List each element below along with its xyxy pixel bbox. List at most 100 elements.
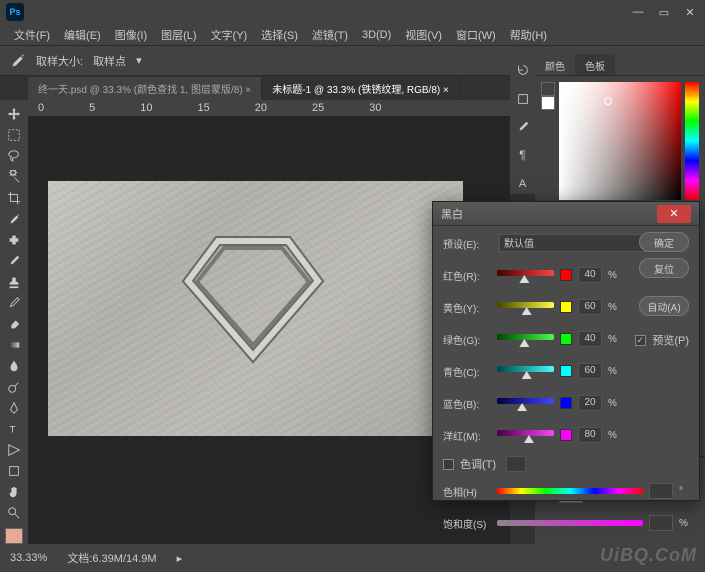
- menu-image[interactable]: 图像(I): [109, 25, 153, 45]
- foreground-swatch[interactable]: [5, 528, 23, 544]
- dropdown-icon[interactable]: ▾: [136, 54, 142, 67]
- slider-track-red[interactable]: [497, 270, 554, 280]
- character-icon[interactable]: A: [511, 174, 535, 194]
- fg-color[interactable]: [541, 82, 555, 96]
- path-tool[interactable]: [2, 440, 26, 459]
- menu-select[interactable]: 选择(S): [255, 25, 304, 45]
- hue-label: 色相(H): [443, 484, 491, 499]
- menu-type[interactable]: 文字(Y): [205, 25, 254, 45]
- sat-label: 饱和度(S): [443, 516, 491, 531]
- color-swatch-icon: [560, 397, 572, 409]
- slider-track-magenta[interactable]: [497, 430, 554, 440]
- move-tool[interactable]: [2, 104, 26, 123]
- slider-track-yellow[interactable]: [497, 302, 554, 312]
- cancel-button[interactable]: 复位: [639, 258, 689, 278]
- doc-tab-2[interactable]: 未标题-1 @ 33.3% (铁锈纹理, RGB/8) ×: [262, 77, 460, 100]
- titlebar: Ps — ▭ ✕: [0, 0, 705, 24]
- gradient-tool[interactable]: [2, 335, 26, 354]
- close-button[interactable]: ✕: [681, 6, 699, 19]
- slider-cyan: 青色(C):60%: [443, 358, 618, 384]
- blur-tool[interactable]: [2, 356, 26, 375]
- type-tool[interactable]: T: [2, 419, 26, 438]
- dialog-close-button[interactable]: ✕: [657, 205, 691, 223]
- color-swatch-pair[interactable]: [541, 82, 555, 200]
- slider-value-cyan[interactable]: 60: [578, 363, 602, 379]
- diamond-shape: [178, 226, 328, 366]
- crop-tool[interactable]: [2, 188, 26, 207]
- slider-value-blue[interactable]: 20: [578, 395, 602, 411]
- slider-thumb-icon[interactable]: [519, 275, 529, 283]
- zoom-level[interactable]: 33.33%: [10, 552, 47, 564]
- history-icon[interactable]: [511, 60, 535, 80]
- brush-tool[interactable]: [2, 251, 26, 270]
- menu-layer[interactable]: 图层(L): [155, 25, 202, 45]
- hue-strip[interactable]: [685, 82, 699, 200]
- slider-track-blue[interactable]: [497, 398, 554, 408]
- slider-thumb-icon[interactable]: [517, 403, 527, 411]
- color-swatch-icon: [560, 301, 572, 313]
- hue-slider[interactable]: [497, 488, 643, 494]
- slider-thumb-icon[interactable]: [519, 339, 529, 347]
- eraser-tool[interactable]: [2, 314, 26, 333]
- pen-tool[interactable]: [2, 398, 26, 417]
- slider-yellow: 黄色(Y):60%: [443, 294, 618, 320]
- menu-help[interactable]: 帮助(H): [504, 25, 553, 45]
- canvas[interactable]: [48, 181, 463, 436]
- menubar: 文件(F) 编辑(E) 图像(I) 图层(L) 文字(Y) 选择(S) 滤镜(T…: [0, 24, 705, 46]
- tab-color[interactable]: 颜色: [535, 54, 575, 75]
- maximize-button[interactable]: ▭: [655, 6, 673, 19]
- color-picker[interactable]: [535, 76, 705, 206]
- slider-track-cyan[interactable]: [497, 366, 554, 376]
- menu-filter[interactable]: 滤镜(T): [306, 25, 354, 45]
- color-swatch-icon: [560, 365, 572, 377]
- chevron-right-icon[interactable]: ▸: [177, 552, 183, 565]
- dodge-tool[interactable]: [2, 377, 26, 396]
- slider-thumb-icon[interactable]: [522, 371, 532, 379]
- color-field[interactable]: [559, 82, 681, 200]
- hand-tool[interactable]: [2, 482, 26, 501]
- shape-tool[interactable]: [2, 461, 26, 480]
- ok-button[interactable]: 确定: [639, 232, 689, 252]
- tint-checkbox[interactable]: [443, 459, 454, 470]
- menu-edit[interactable]: 编辑(E): [58, 25, 107, 45]
- doc-tab-1[interactable]: 终一天.psd @ 33.3% (颜色查找 1, 图层蒙版/8) ×: [28, 77, 262, 100]
- slider-value-magenta[interactable]: 80: [578, 427, 602, 443]
- wand-tool[interactable]: [2, 167, 26, 186]
- slider-track-green[interactable]: [497, 334, 554, 344]
- sample-point-select[interactable]: 取样点: [93, 53, 126, 69]
- heal-tool[interactable]: [2, 230, 26, 249]
- dialog-titlebar[interactable]: 黑白 ✕: [433, 202, 699, 226]
- preset-label: 预设(E):: [443, 236, 493, 251]
- eyedropper-tool[interactable]: [2, 209, 26, 228]
- auto-button[interactable]: 自动(A): [639, 296, 689, 316]
- slider-value-red[interactable]: 40: [578, 267, 602, 283]
- lasso-tool[interactable]: [2, 146, 26, 165]
- sat-value[interactable]: [649, 515, 673, 531]
- black-white-dialog: 黑白 ✕ 预设(E): 默认值 ⚙ 确定 复位 自动(A) 预览(P) 红色(R…: [432, 201, 700, 501]
- menu-view[interactable]: 视图(V): [399, 25, 448, 45]
- history-brush-tool[interactable]: [2, 293, 26, 312]
- tint-swatch[interactable]: [506, 456, 526, 472]
- brush-panel-icon[interactable]: [511, 117, 535, 137]
- slider-thumb-icon[interactable]: [522, 307, 532, 315]
- sat-slider[interactable]: [497, 520, 643, 526]
- hue-value[interactable]: [649, 483, 673, 499]
- minimize-button[interactable]: —: [629, 6, 647, 19]
- bg-color[interactable]: [541, 96, 555, 110]
- zoom-tool[interactable]: [2, 503, 26, 522]
- marquee-tool[interactable]: [2, 125, 26, 144]
- toolbox: T: [0, 100, 28, 544]
- slider-value-green[interactable]: 40: [578, 331, 602, 347]
- menu-3d[interactable]: 3D(D): [356, 27, 397, 43]
- stamp-tool[interactable]: [2, 272, 26, 291]
- menu-file[interactable]: 文件(F): [8, 25, 56, 45]
- menu-window[interactable]: 窗口(W): [450, 25, 502, 45]
- slider-label: 青色(C):: [443, 364, 491, 379]
- paragraph-icon[interactable]: ¶: [511, 145, 535, 165]
- preview-checkbox[interactable]: [635, 335, 646, 346]
- slider-blue: 蓝色(B):20%: [443, 390, 618, 416]
- properties-icon[interactable]: [511, 88, 535, 108]
- slider-value-yellow[interactable]: 60: [578, 299, 602, 315]
- slider-thumb-icon[interactable]: [524, 435, 534, 443]
- tab-swatches[interactable]: 色板: [575, 54, 615, 75]
